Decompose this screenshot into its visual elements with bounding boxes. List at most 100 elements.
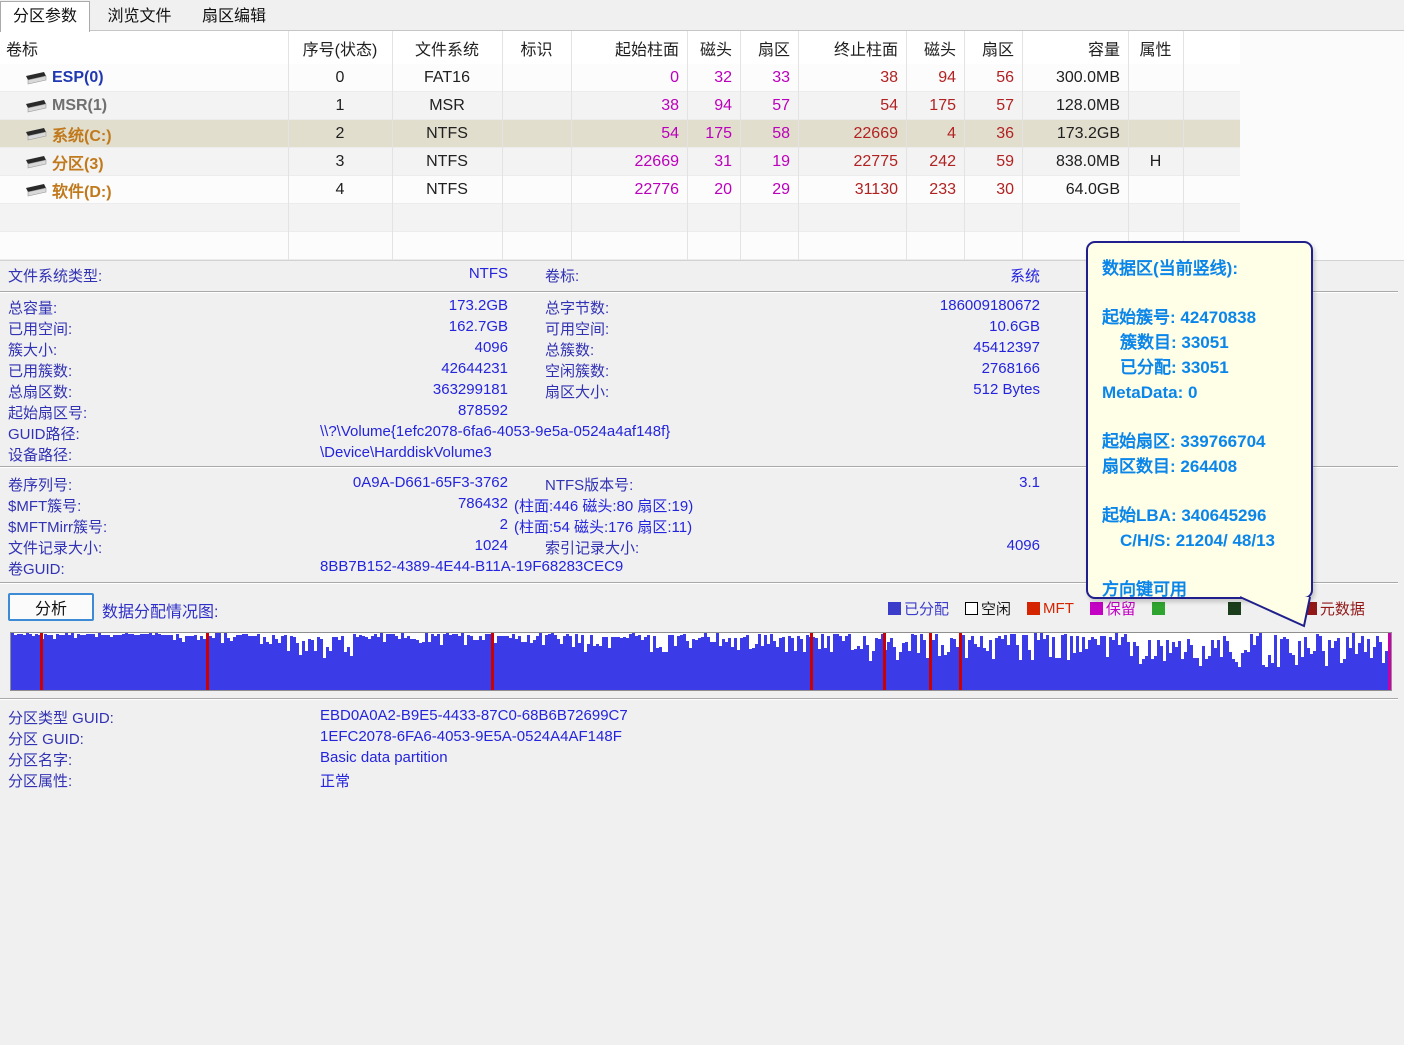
tab-browse-files[interactable]: 浏览文件 <box>94 1 184 31</box>
table-row[interactable]: MSR(1)1MSR3894575417557128.0MB <box>0 92 1240 120</box>
chs-value: 22775 <box>798 148 906 175</box>
table-row[interactable]: 软件(D:)4NTFS227762029311302333064.0GB <box>0 176 1240 204</box>
allocation-chart[interactable] <box>10 632 1392 691</box>
grid-line <box>1022 31 1023 260</box>
detail-value: 186009180672 <box>540 297 1040 314</box>
detail-row: 分区类型 GUID:EBD0A0A2-B9E5-4433-87C0-68B6B7… <box>0 707 1398 728</box>
attribute <box>1128 64 1183 91</box>
detail-value: 45412397 <box>540 339 1040 356</box>
chs-value: 175 <box>906 92 964 119</box>
tooltip-line: 簇数目: 33051 <box>1120 330 1301 355</box>
volume-label-value: 系统 <box>540 265 1040 286</box>
grid-line <box>571 31 572 260</box>
chs-value: 175 <box>687 120 740 147</box>
detail-label: 分区属性: <box>8 770 72 791</box>
table-row[interactable]: ESP(0)0FAT1603233389456300.0MB <box>0 64 1240 92</box>
detail-value: 2 <box>0 516 508 533</box>
chs-value: 56 <box>964 64 1022 91</box>
partition-tool-window: { "tabs": [ { "label": "分区参数", "active":… <box>0 0 1404 1045</box>
capacity: 173.2GB <box>1022 120 1128 147</box>
legend-label: 元数据 <box>1320 598 1365 619</box>
detail-value: 1024 <box>0 537 508 554</box>
mft-zone-marker <box>959 633 962 690</box>
mft-zone-marker <box>206 633 209 690</box>
flag <box>502 64 571 91</box>
detail-value: 正常 <box>320 770 350 791</box>
detail-label: 卷GUID: <box>8 558 65 579</box>
column-header: 扇区 <box>964 31 1022 64</box>
column-header: 起始柱面 <box>571 31 687 64</box>
column-header: 标识 <box>502 31 571 64</box>
capacity: 64.0GB <box>1022 176 1128 203</box>
partition-index: 3 <box>288 148 392 175</box>
attribute <box>1128 176 1183 203</box>
mft-zone-marker <box>883 633 886 690</box>
detail-row: 分区名字:Basic data partition <box>0 749 1398 770</box>
chs-value: 4 <box>906 120 964 147</box>
detail-value: 786432 <box>0 495 508 512</box>
detail-row: 分区属性: 正常 <box>0 770 1398 791</box>
detail-value: EBD0A0A2-B9E5-4433-87C0-68B6B72699C7 <box>320 707 628 724</box>
attribute: H <box>1128 148 1183 175</box>
chs-value: 57 <box>740 92 798 119</box>
grid-line <box>740 31 741 260</box>
tooltip-line: 数据区(当前竖线): <box>1102 256 1301 281</box>
flag <box>502 176 571 203</box>
mft-zone-marker <box>40 633 43 690</box>
chs-value: 29 <box>740 176 798 203</box>
partition-table-header: 卷标序号(状态)文件系统标识起始柱面磁头扇区终止柱面磁头扇区容量属性 <box>0 31 1240 64</box>
detail-value: 1EFC2078-6FA6-4053-9E5A-0524A4AF148F <box>320 728 622 745</box>
detail-row: 分区 GUID:1EFC2078-6FA6-4053-9E5A-0524A4AF… <box>0 728 1398 749</box>
detail-value: 4096 <box>540 537 1040 554</box>
column-header: 扇区 <box>740 31 798 64</box>
tab-partition-params[interactable]: 分区参数 <box>0 1 90 32</box>
flag <box>502 120 571 147</box>
attribute <box>1128 120 1183 147</box>
legend-swatch <box>965 602 978 615</box>
legend-swatch <box>1090 602 1103 615</box>
attribute <box>1128 92 1183 119</box>
legend-label: 已分配 <box>904 598 949 619</box>
detail-value-suffix: (柱面:446 磁头:80 扇区:19) <box>514 495 693 516</box>
chs-value: 94 <box>687 92 740 119</box>
empty-row <box>0 204 1240 232</box>
detail-value-suffix: (柱面:54 磁头:176 扇区:11) <box>514 516 692 537</box>
grid-line <box>288 31 289 260</box>
detail-value: 2768166 <box>540 360 1040 377</box>
tab-sector-edit[interactable]: 扇区编辑 <box>189 1 279 31</box>
flag <box>502 92 571 119</box>
detail-value: \Device\HarddiskVolume3 <box>320 444 492 461</box>
file-system: FAT16 <box>392 64 502 91</box>
detail-label: 设备路径: <box>8 444 72 465</box>
volume-label: 软件(D:) <box>0 176 288 203</box>
grid-line <box>1128 31 1129 260</box>
column-header: 终止柱面 <box>798 31 906 64</box>
partition-index: 0 <box>288 64 392 91</box>
disk-icon <box>24 99 48 118</box>
mft-zone-marker <box>491 633 494 690</box>
detail-value: 512 Bytes <box>540 381 1040 398</box>
chs-value: 36 <box>964 120 1022 147</box>
partition-index: 4 <box>288 176 392 203</box>
chs-value: 22669 <box>571 148 687 175</box>
detail-label: 分区名字: <box>8 749 72 770</box>
detail-value: 8BB7B152-4389-4E44-B11A-19F68283CEC9 <box>320 558 623 575</box>
table-row[interactable]: 分区(3)3NTFS2266931192277524259838.0MBH <box>0 148 1240 176</box>
separator <box>0 698 1398 700</box>
chs-value: 31130 <box>798 176 906 203</box>
grid-line <box>906 31 907 260</box>
partition-index: 1 <box>288 92 392 119</box>
analyze-button[interactable]: 分析 <box>8 593 94 621</box>
column-header: 容量 <box>1022 31 1128 64</box>
table-row[interactable]: 系统(C:)2NTFS541755822669436173.2GB <box>0 120 1240 148</box>
tooltip-line: MetaData: 0 <box>1102 380 1301 405</box>
grid-line <box>392 31 393 260</box>
empty-row <box>0 232 1240 260</box>
chs-value: 58 <box>740 120 798 147</box>
partition-table: 卷标序号(状态)文件系统标识起始柱面磁头扇区终止柱面磁头扇区容量属性 ESP(0… <box>0 31 1404 260</box>
tooltip-line: 扇区数目: 264408 <box>1102 454 1301 479</box>
legend-swatch <box>1027 602 1040 615</box>
flag <box>502 148 571 175</box>
disk-icon <box>24 71 48 90</box>
allocation-tooltip: 数据区(当前竖线):起始簇号: 42470838簇数目: 33051已分配: 3… <box>1086 241 1313 599</box>
